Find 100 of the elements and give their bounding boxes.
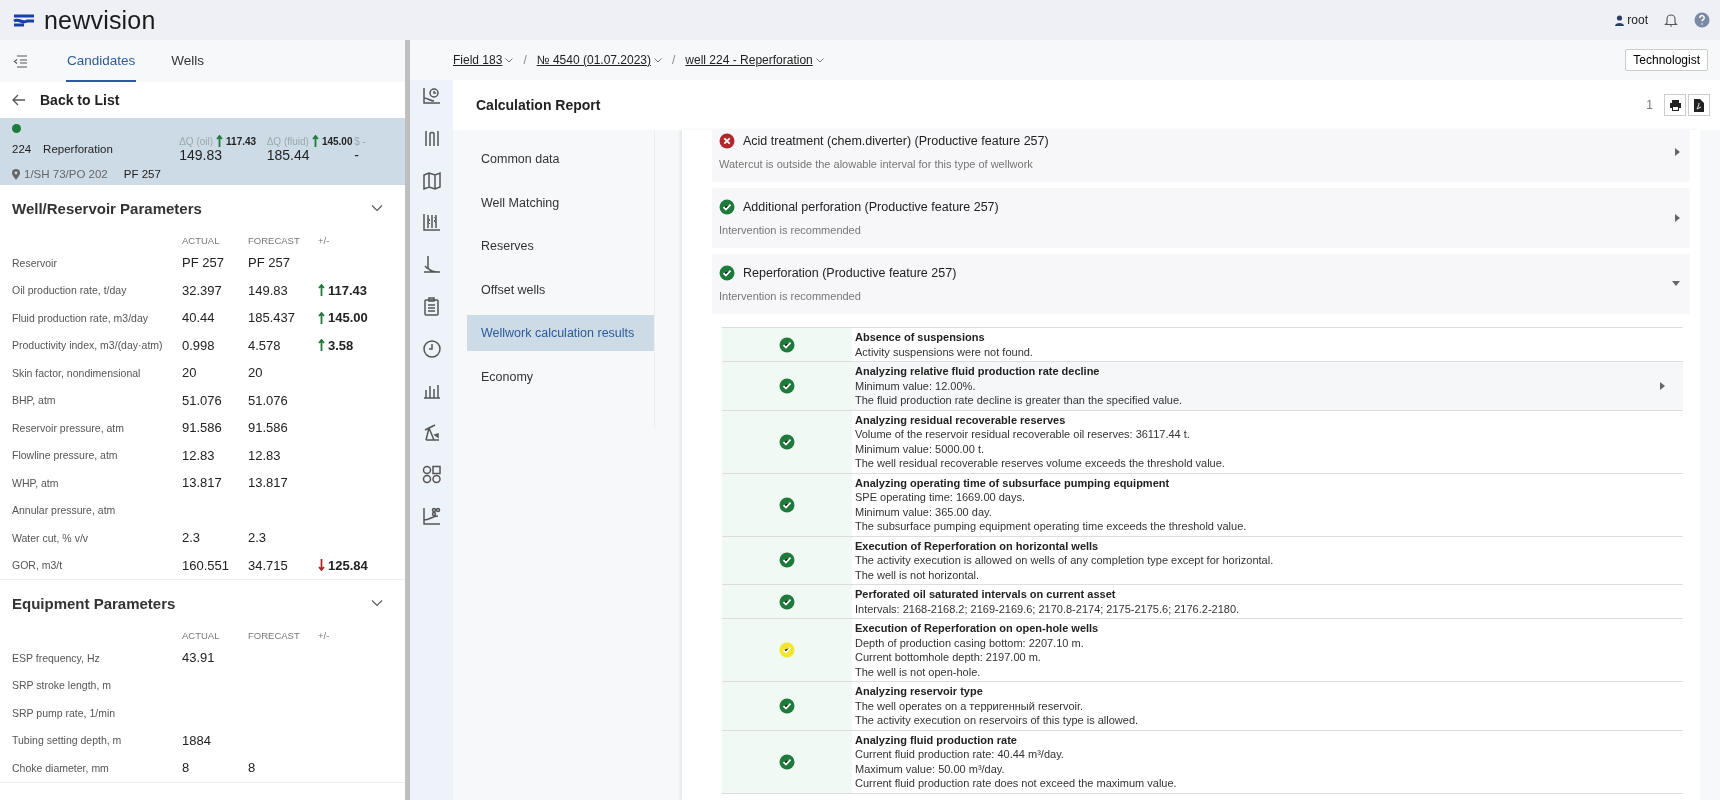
actual-value: 40.44 xyxy=(182,310,215,326)
pdf-export-button[interactable] xyxy=(1688,94,1710,116)
report-nav-item[interactable]: Reserves xyxy=(467,228,654,264)
result-title: Reperforation (Productive feature 257) xyxy=(743,266,957,280)
metric-value: - xyxy=(354,146,360,163)
change-value: 145.00 xyxy=(328,310,368,326)
chevron-down-icon[interactable] xyxy=(371,204,383,212)
report-nav-item[interactable]: Common data xyxy=(467,141,654,177)
check-row[interactable]: Perforated oil saturated intervals on current asset Intervals: 2168-2168.2; 2169-2169.6; 2170.8-2174; 2175-2175.6; 2176.2-2180. xyxy=(722,585,1683,619)
parameter-label: Fluid production rate, m3/day xyxy=(12,311,148,324)
back-arrow-icon[interactable] xyxy=(12,94,26,106)
chart-clock-icon[interactable] xyxy=(420,86,443,107)
actual-value: 12.83 xyxy=(182,447,215,463)
check-detail: Current fluid production rate: 40.44 m³/day. xyxy=(855,747,1065,762)
check-row[interactable] xyxy=(722,410,1683,474)
breadcrumb-link[interactable]: well 224 - Reperforation xyxy=(685,53,824,67)
column-header: FORECAST xyxy=(248,234,300,246)
forecast-value: 4.578 xyxy=(248,337,281,353)
report-nav-item[interactable]: Wellwork calculation results xyxy=(467,315,654,351)
map-icon[interactable] xyxy=(420,170,443,191)
forecast-value: 149.83 xyxy=(248,282,288,298)
help-icon[interactable] xyxy=(1694,12,1710,28)
check-title: Analyzing reservoir type xyxy=(855,684,984,699)
check-detail: The activity execution on reservoirs of this type is allowed. xyxy=(855,713,1140,728)
caret-down-icon xyxy=(815,57,824,63)
check-row[interactable]: Execution of Reperforation on open-hole wells Depth of production casing bottom: 2207.10 m. Current bottomhole depth: 2197.00 m. The well is not open-hole. xyxy=(722,619,1683,682)
parameter-label: Reservoir pressure, atm xyxy=(12,421,125,434)
clock-icon[interactable] xyxy=(420,338,443,359)
check-title: Analyzing residual recoverable reserves xyxy=(855,412,1067,427)
actual-value: 160.551 xyxy=(182,557,229,573)
result-card[interactable]: Acid treatment (chem.diverter) (Productive feature 257) Watercut is outside the alowable interval for this type of wellwork xyxy=(712,130,1690,182)
report-nav-item[interactable]: Offset wells xyxy=(467,271,654,308)
change-value: 3.58 xyxy=(328,337,354,353)
caret-down-icon xyxy=(654,57,662,63)
user-name[interactable]: root xyxy=(1627,13,1648,27)
check-detail: Current bottomhole depth: 2197.00 m. xyxy=(855,650,1042,665)
breadcrumb-separator: / xyxy=(523,53,527,67)
column-header: ACTUAL xyxy=(182,629,220,641)
forecast-value: 13.817 xyxy=(248,475,288,491)
forecast-value: 20 xyxy=(248,365,263,381)
breadcrumb-separator: / xyxy=(672,53,676,67)
parameter-label: Choke diameter, mm xyxy=(12,761,109,774)
check-detail: SPE operating time: 1669.00 days. xyxy=(855,490,1026,505)
check-title: Perforated oil saturated intervals on current asset xyxy=(855,587,1117,602)
shapes-icon[interactable] xyxy=(420,464,443,485)
scatter-chart-icon[interactable] xyxy=(420,506,443,527)
result-card[interactable]: Reperforation (Productive feature 257) Intervention is recommended xyxy=(712,254,1690,314)
caret-right-icon[interactable] xyxy=(1675,147,1680,156)
caret-down-icon[interactable] xyxy=(1672,281,1680,286)
column-header: +/- xyxy=(318,629,330,641)
parameter-label: SRP pump rate, 1/min xyxy=(12,706,116,719)
result-subtitle: Intervention is recommended xyxy=(719,224,862,236)
logo-text: newvision xyxy=(44,5,156,35)
bell-icon[interactable] xyxy=(1664,13,1678,27)
print-button[interactable] xyxy=(1664,94,1686,116)
check-detail: The fluid production rate decline is greater than the specified value. xyxy=(855,393,1184,408)
check-detail: Volume of the reservoir residual recoverable oil reserves: 36117.44 t. xyxy=(855,427,1191,442)
check-title: Absence of suspensions xyxy=(855,330,986,345)
check-row[interactable]: Analyzing relative fluid production rate decline Minimum value: 12.00%. The fluid production rate decline is greater than the specified value. xyxy=(722,362,1683,411)
breadcrumb-link[interactable]: № 4540 (01.07.2023) xyxy=(536,53,662,67)
user-icon xyxy=(1615,14,1625,26)
report-title: Calculation Report xyxy=(476,97,601,113)
check-row[interactable]: Analyzing fluid production rate Current fluid production rate: 40.44 m³/day. Maximum value: 50.00 m³/day. Current fluid production rate does not exceed the maximum value. xyxy=(722,730,1683,794)
forecast-value: PF 257 xyxy=(248,255,290,271)
breadcrumb-link[interactable]: Field 183 xyxy=(453,53,514,67)
logo-icon xyxy=(12,12,36,28)
actual-value: 51.076 xyxy=(182,392,222,408)
collapse-menu-icon[interactable] xyxy=(12,54,28,68)
log-chart-icon[interactable] xyxy=(420,212,443,233)
forecast-value: 91.586 xyxy=(248,420,288,436)
caret-right-icon[interactable] xyxy=(1675,213,1680,222)
result-subtitle: Intervention is recommended xyxy=(719,290,862,302)
nav-tab[interactable]: Candidates xyxy=(66,40,137,82)
check-detail: Maximum value: 50.00 m³/day. xyxy=(855,761,1006,776)
caret-right-icon[interactable] xyxy=(1660,381,1665,390)
actual-value: PF 257 xyxy=(182,255,224,271)
check-detail: The well operates on a терригенный reservoir. xyxy=(855,698,1085,713)
page-number: 1 xyxy=(1646,98,1653,112)
role-button[interactable]: Technologist xyxy=(1625,49,1708,71)
check-detail: Activity suspensions were not found. xyxy=(855,344,1034,359)
parameter-label: Reservoir xyxy=(12,256,57,269)
report-nav-item[interactable]: Economy xyxy=(467,358,654,395)
report-nav-item[interactable]: Well Matching xyxy=(467,184,654,221)
actual-value: 8 xyxy=(182,760,190,776)
chevron-down-icon[interactable] xyxy=(371,599,383,607)
result-card[interactable]: Additional perforation (Productive feature 257) Intervention is recommended xyxy=(712,188,1690,248)
forecast-value: 8 xyxy=(248,760,256,776)
actual-value: 43.91 xyxy=(182,650,215,666)
forecast-value: 185.437 xyxy=(248,310,295,326)
check-detail: Minimum value: 12.00%. xyxy=(855,378,977,393)
nav-tab[interactable]: Wells xyxy=(170,40,206,82)
reservoir-name: PF 257 xyxy=(123,168,161,180)
check-title: Analyzing relative fluid production rate decline xyxy=(855,364,1101,379)
back-link[interactable]: Back to List xyxy=(40,92,120,108)
metric-label: ΔQ (fluid) xyxy=(266,135,309,147)
check-row[interactable]: Analyzing reservoir type The well operates on a терригенный reservoir. The activity execution on reservoirs of this type is allowed. xyxy=(722,682,1683,731)
check-row[interactable]: Execution of Reperforation on horizontal wells The activity execution is allowed on wells of any completion type except for horizontal. The well is not horizontal. xyxy=(722,536,1683,585)
check-row[interactable]: Analyzing operating time of subsurface pumping equipment SPE operating time: 1669.00 days. Minimum value: 365.00 day. The subsurface pumping equipment operating time exceeds the threshold value. xyxy=(722,473,1683,537)
actual-value: 20 xyxy=(182,365,197,381)
check-detail: Depth of production casing bottom: 2207.10 m. xyxy=(855,635,1085,650)
